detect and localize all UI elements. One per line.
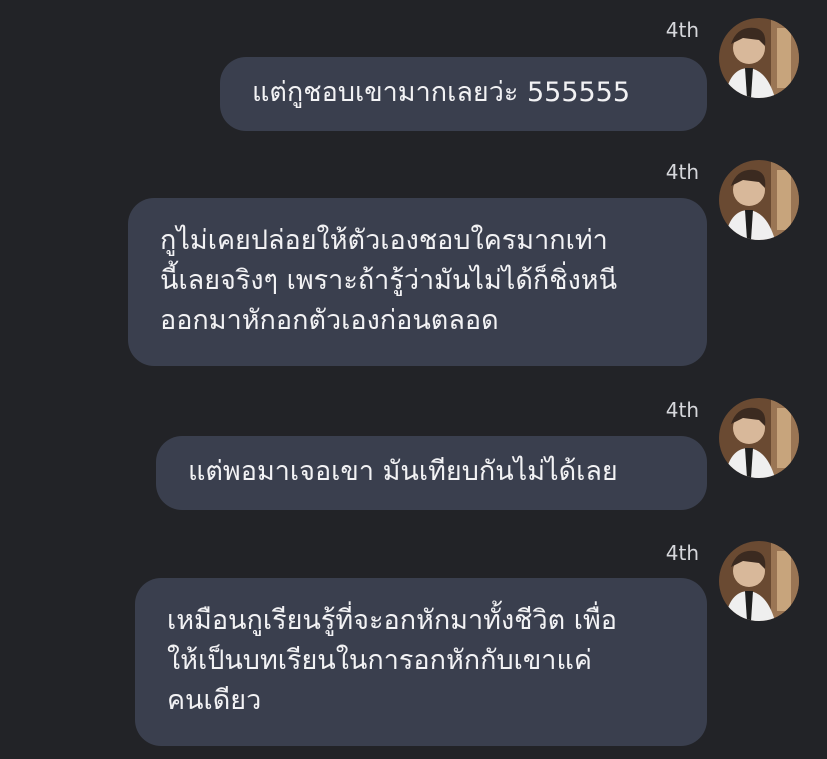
sender-name: 4th	[665, 541, 699, 565]
sender-name: 4th	[665, 398, 699, 422]
sender-name: 4th	[665, 18, 699, 42]
message-bubble[interactable]: แต่พอมาเจอเขา มันเทียบกันไม่ได้เลย	[156, 436, 707, 510]
sender-avatar[interactable]	[719, 18, 799, 98]
sender-avatar[interactable]	[719, 398, 799, 478]
message-bubble[interactable]: แต่กูชอบเขามากเลยว่ะ 555555	[220, 57, 707, 131]
avatar-photo-icon	[719, 160, 799, 240]
chat-thread: 4th แต่กูชอบเขามากเลยว่ะ 555555 4th กูไม…	[0, 0, 827, 759]
message-bubble[interactable]: กูไม่เคยปล่อยให้ตัวเองชอบใครมากเท่า นี้เ…	[128, 198, 707, 366]
sender-name: 4th	[665, 160, 699, 184]
avatar-photo-icon	[719, 18, 799, 98]
message-bubble[interactable]: เหมือนกูเรียนรู้ที่จะอกหักมาทั้งชีวิต เพ…	[135, 578, 707, 746]
sender-avatar[interactable]	[719, 160, 799, 240]
avatar-photo-icon	[719, 398, 799, 478]
sender-avatar[interactable]	[719, 541, 799, 621]
avatar-photo-icon	[719, 541, 799, 621]
